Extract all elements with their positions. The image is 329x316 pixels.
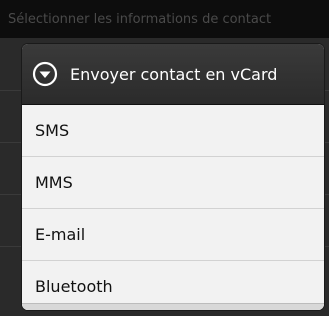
background-header: Sélectionner les informations de contact	[0, 0, 329, 38]
option-label: MMS	[35, 173, 73, 192]
chevron-down-circle-icon	[30, 59, 60, 89]
option-label: Bluetooth	[35, 277, 113, 296]
dialog-title: Envoyer contact en vCard	[70, 64, 278, 84]
send-vcard-dialog: Envoyer contact en vCard SMS MMS E-mail …	[22, 44, 324, 310]
share-options-list: SMS MMS E-mail Bluetooth	[22, 105, 324, 310]
option-label: SMS	[35, 121, 70, 140]
dialog-title-bar: Envoyer contact en vCard	[22, 44, 324, 105]
option-email[interactable]: E-mail	[22, 209, 324, 261]
option-sms[interactable]: SMS	[22, 105, 324, 157]
dialog-bottom-edge	[22, 303, 324, 310]
background-header-text: Sélectionner les informations de contact	[8, 12, 272, 27]
option-label: E-mail	[35, 225, 86, 244]
option-mms[interactable]: MMS	[22, 157, 324, 209]
